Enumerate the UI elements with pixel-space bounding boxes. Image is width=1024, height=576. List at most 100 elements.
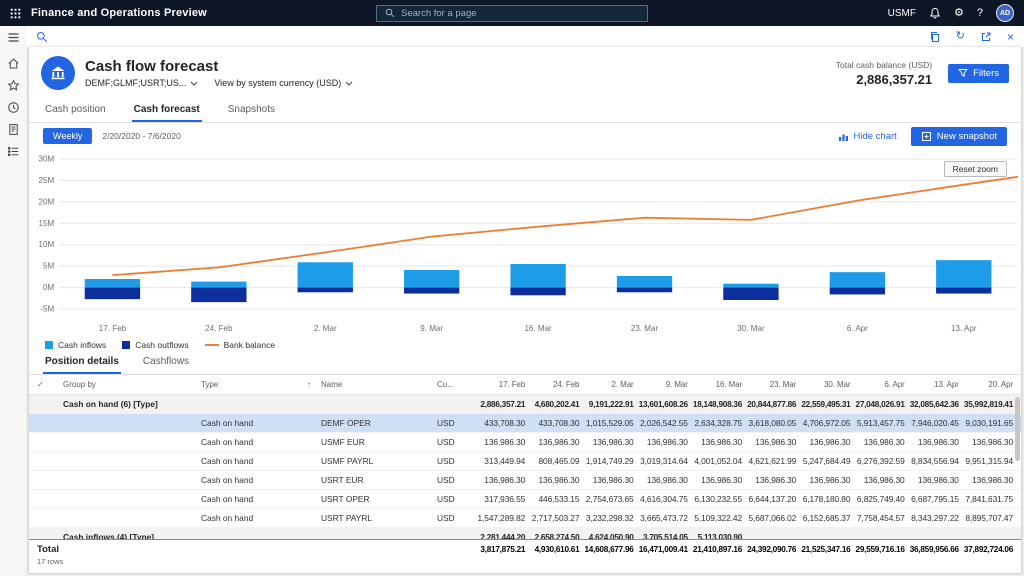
group-value: 5,113,030.90 bbox=[688, 533, 742, 540]
cell-value: 4,001,052.04 bbox=[688, 456, 742, 466]
view-by-value: View by system currency (USD) bbox=[214, 78, 341, 88]
column-header-name[interactable]: Name bbox=[321, 380, 437, 389]
recent-clock-icon[interactable] bbox=[7, 101, 20, 114]
footer-total-value: 21,525,347.16 bbox=[796, 544, 850, 573]
hide-chart-link[interactable]: Hide chart bbox=[838, 131, 896, 142]
select-all-checkmark[interactable]: ✓ bbox=[37, 380, 63, 389]
tab-cash-forecast[interactable]: Cash forecast bbox=[132, 104, 202, 122]
settings-gear-icon[interactable]: ⚙ bbox=[954, 8, 964, 19]
column-header-date[interactable]: 24. Feb bbox=[525, 380, 579, 389]
page-title: Cash flow forecast bbox=[85, 58, 353, 75]
worklist-document-icon[interactable] bbox=[7, 123, 20, 136]
column-header-date[interactable]: 9. Mar bbox=[634, 380, 688, 389]
legend-cash-inflows: Cash inflows bbox=[45, 340, 106, 350]
cell-value: 136,986.30 bbox=[850, 475, 904, 485]
cell-value: 6,276,392.59 bbox=[850, 456, 904, 466]
column-header-date[interactable]: 16. Mar bbox=[688, 380, 742, 389]
column-header-date[interactable]: 17. Feb bbox=[471, 380, 525, 389]
table-row[interactable]: Cash on handUSRT EURUSD136,986.30136,986… bbox=[29, 471, 1021, 490]
filters-button-label: Filters bbox=[973, 68, 999, 79]
column-header-date[interactable]: 23. Mar bbox=[742, 380, 796, 389]
column-header-date[interactable]: 30. Mar bbox=[796, 380, 850, 389]
copy-icon[interactable] bbox=[929, 31, 941, 43]
view-by-dropdown[interactable]: View by system currency (USD) bbox=[214, 78, 353, 88]
cell-value: 8,834,556.94 bbox=[905, 456, 959, 466]
cell-value: 3,232,298.32 bbox=[579, 513, 633, 523]
table-row[interactable]: Cash on handDEMF OPERUSD433,708.30433,70… bbox=[29, 414, 1021, 433]
topbar-actions: USMF ⚙ ? AD bbox=[888, 4, 1014, 22]
group-value: 4,680,202.41 bbox=[525, 400, 579, 409]
cell-value: 3,665,473.72 bbox=[634, 513, 688, 523]
cell-value: 9,030,191.65 bbox=[959, 418, 1013, 428]
column-header-group-by[interactable]: Group by bbox=[63, 380, 201, 389]
filter-funnel-icon bbox=[958, 68, 968, 78]
cashflow-workspace-bank-icon bbox=[41, 56, 75, 90]
cell-value: 136,986.30 bbox=[579, 437, 633, 447]
cell-value: 6,825,749.40 bbox=[850, 494, 904, 504]
new-snapshot-button[interactable]: New snapshot bbox=[911, 127, 1007, 146]
help-icon[interactable]: ? bbox=[977, 8, 983, 19]
waffle-menu-icon[interactable] bbox=[10, 8, 21, 19]
home-icon[interactable] bbox=[7, 57, 20, 70]
tab-snapshots[interactable]: Snapshots bbox=[226, 104, 277, 122]
cell-value: 433,708.30 bbox=[525, 418, 579, 428]
avatar[interactable]: AD bbox=[996, 4, 1014, 22]
cell-value: 9,951,315.94 bbox=[959, 456, 1013, 466]
search-placeholder: Search for a page bbox=[401, 8, 477, 19]
column-header-currency[interactable]: Cu... bbox=[437, 380, 471, 389]
group-value: 2,658,274.50 bbox=[525, 533, 579, 540]
cell-value: 433,708.30 bbox=[471, 418, 525, 428]
table-row[interactable]: Cash on handUSRT OPERUSD317,936.55446,53… bbox=[29, 490, 1021, 509]
group-row-cash-on-hand[interactable]: Cash on hand (6) [Type]2,886,357.214,680… bbox=[29, 395, 1021, 414]
column-header-date[interactable]: 13. Apr bbox=[905, 380, 959, 389]
reset-zoom-button[interactable]: Reset zoom bbox=[944, 161, 1007, 177]
page-search-icon[interactable] bbox=[36, 31, 48, 43]
workspace-tabs: Cash position Cash forecast Snapshots bbox=[29, 99, 1021, 123]
favorites-star-icon[interactable] bbox=[7, 79, 20, 92]
legend-bank-balance: Bank balance bbox=[205, 340, 276, 350]
tab-cashflows[interactable]: Cashflows bbox=[141, 356, 191, 374]
group-row-cash-inflows[interactable]: Cash inflows (4) [Type]2,281,444.202,658… bbox=[29, 528, 1021, 539]
cell-value: 136,986.30 bbox=[634, 437, 688, 447]
tab-cash-position[interactable]: Cash position bbox=[43, 104, 108, 122]
cell-name: USRT OPER bbox=[321, 494, 437, 504]
group-value: 2,281,444.20 bbox=[471, 533, 525, 540]
footer-total-value: 16,471,009.41 bbox=[634, 544, 688, 573]
vertical-scrollbar[interactable] bbox=[1015, 397, 1020, 461]
cell-type: Cash on hand bbox=[201, 475, 321, 485]
cell-name: USMF EUR bbox=[321, 437, 437, 447]
column-header-type[interactable]: Type ↑ bbox=[201, 380, 321, 389]
cell-value: 136,986.30 bbox=[905, 437, 959, 447]
top-search-box[interactable]: Search for a page bbox=[376, 5, 648, 22]
table-row[interactable]: Cash on handUSMF PAYRLUSD313,449.94808,4… bbox=[29, 452, 1021, 471]
cell-value: 6,130,232.55 bbox=[688, 494, 742, 504]
column-header-date[interactable]: 6. Apr bbox=[850, 380, 904, 389]
cell-value: 136,986.30 bbox=[525, 475, 579, 485]
hamburger-menu-icon[interactable] bbox=[7, 31, 20, 44]
table-row[interactable]: Cash on handUSRT PAYRLUSD1,547,289.822,7… bbox=[29, 509, 1021, 528]
cell-type: Cash on hand bbox=[201, 456, 321, 466]
svg-text:6. Apr: 6. Apr bbox=[847, 324, 868, 333]
cell-value: 136,986.30 bbox=[525, 437, 579, 447]
modules-list-icon[interactable] bbox=[7, 145, 20, 158]
tab-position-details[interactable]: Position details bbox=[43, 356, 121, 374]
refresh-icon[interactable]: ↻ bbox=[956, 31, 965, 42]
column-header-date[interactable]: 2. Mar bbox=[579, 380, 633, 389]
open-in-new-window-icon[interactable] bbox=[980, 31, 992, 43]
cashflow-combo-chart[interactable]: -5M0M5M10M15M20M25M30M17. Feb24. Feb2. M… bbox=[29, 149, 1021, 337]
company-scope-dropdown[interactable]: DEMF;GLMF;USRT;US... bbox=[85, 78, 198, 88]
company-selector[interactable]: USMF bbox=[888, 8, 916, 19]
group-value: 18,148,908.36 bbox=[688, 400, 742, 409]
details-tabs: Position details Cashflows bbox=[29, 353, 1021, 375]
cell-value: 136,986.30 bbox=[471, 437, 525, 447]
svg-text:25M: 25M bbox=[39, 176, 55, 185]
notifications-bell-icon[interactable] bbox=[929, 7, 941, 19]
filters-button[interactable]: Filters bbox=[948, 64, 1009, 83]
column-header-date[interactable]: 20. Apr bbox=[959, 380, 1013, 389]
period-weekly-button[interactable]: Weekly bbox=[43, 128, 92, 144]
table-row[interactable]: Cash on handUSMF EURUSD136,986.30136,986… bbox=[29, 433, 1021, 452]
top-app-bar: Finance and Operations Preview Search fo… bbox=[0, 0, 1024, 26]
close-icon[interactable]: × bbox=[1007, 31, 1014, 43]
cell-value: 2,717,503.27 bbox=[525, 513, 579, 523]
chart-legend: Cash inflows Cash outflows Bank balance bbox=[29, 337, 1021, 353]
